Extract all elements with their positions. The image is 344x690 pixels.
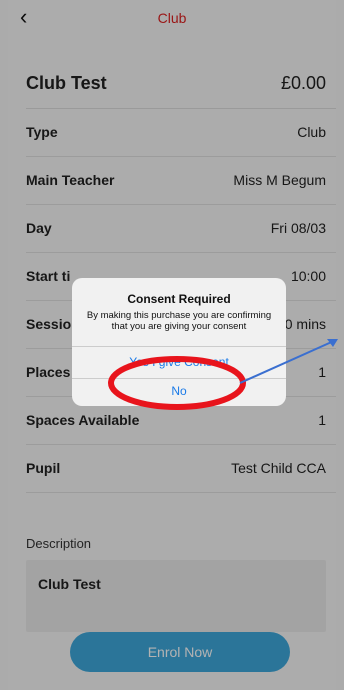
decline-consent-button[interactable]: No	[72, 382, 286, 400]
alert-message: By making this purchase you are confirmi…	[86, 310, 272, 332]
give-consent-button[interactable]: Yes I give Consent	[72, 348, 286, 376]
alert-divider	[72, 346, 286, 347]
alert-title: Consent Required	[127, 292, 231, 306]
alert-divider	[72, 378, 286, 379]
consent-alert: Consent Required By making this purchase…	[72, 278, 286, 406]
